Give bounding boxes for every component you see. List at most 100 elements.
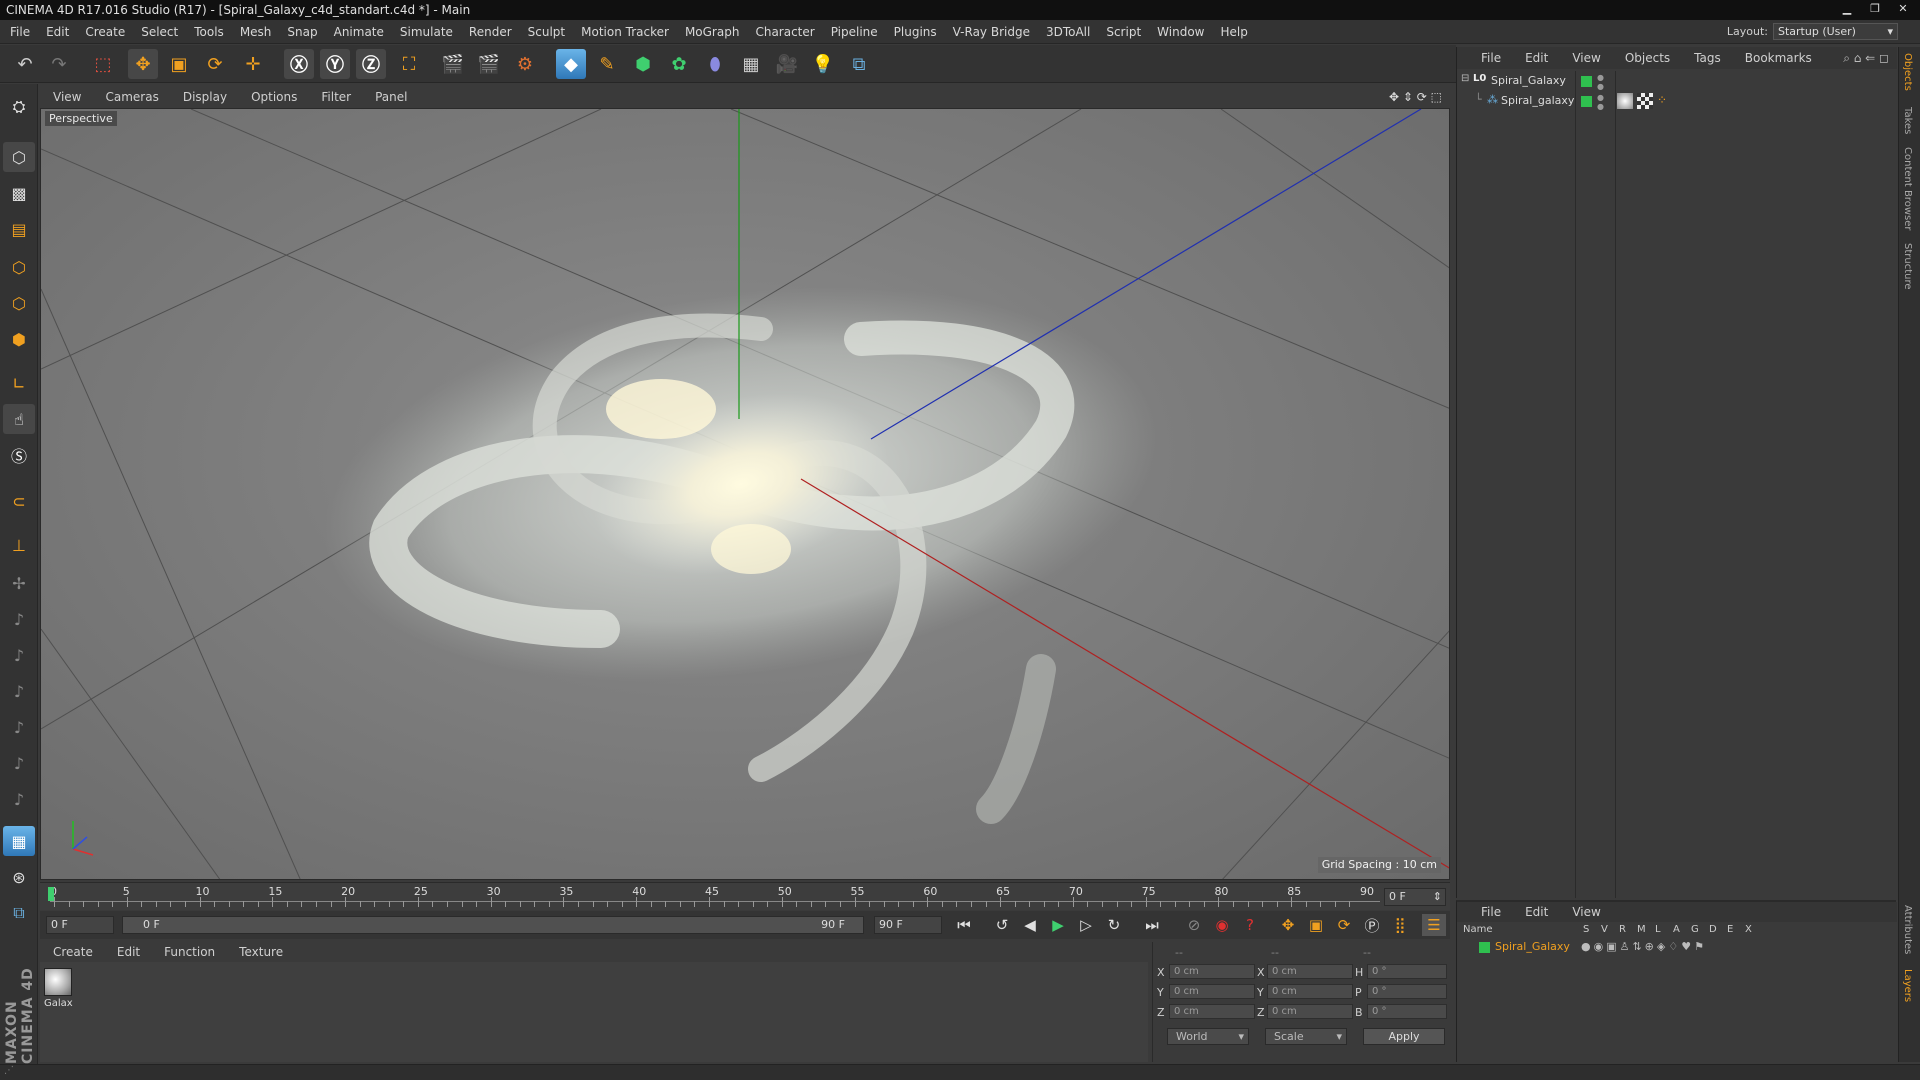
minimize-icon[interactable]: ▁	[1834, 0, 1860, 18]
layer-menu-file[interactable]: File	[1457, 902, 1512, 922]
object-name[interactable]: Spiral_Galaxy	[1491, 74, 1566, 87]
viewport-menu-display[interactable]: Display	[170, 87, 238, 107]
tab-layers[interactable]: Layers	[1902, 969, 1913, 1002]
snap-icon[interactable]: Ⓢ	[3, 440, 35, 470]
visibility-dots-icon[interactable]: ● ●	[1597, 93, 1604, 111]
render-picture-viewer-icon[interactable]: 🎬	[474, 49, 504, 79]
size-mode-select[interactable]: Scale ▾	[1265, 1028, 1347, 1045]
menu-character[interactable]: Character	[745, 20, 820, 44]
polygons-mode-icon[interactable]: ⬢	[3, 324, 35, 354]
floor-icon[interactable]: ▦	[736, 49, 766, 79]
sculpt-tool-1-icon[interactable]: ✢	[3, 568, 35, 598]
prev-frame-icon[interactable]: ◀	[1018, 914, 1042, 936]
coordinate-system-icon[interactable]: ⛶	[394, 49, 424, 79]
key-scale-icon[interactable]: ▣	[1304, 914, 1328, 936]
xpresso-tag-icon[interactable]: ⁘	[1657, 93, 1667, 107]
edges-mode-icon[interactable]: ⬡	[3, 288, 35, 318]
menu-create[interactable]: Create	[75, 20, 131, 44]
material-menu-function[interactable]: Function	[151, 942, 226, 962]
playhead[interactable]	[48, 887, 54, 901]
rotation-b-field[interactable]: 0 °	[1367, 1004, 1447, 1019]
magnet-icon[interactable]: ⊂	[3, 486, 35, 516]
objmgr-menu-view[interactable]: View	[1559, 47, 1611, 69]
light-icon[interactable]: 💡	[808, 49, 838, 79]
viewport-3d[interactable]: Perspective Grid Spacing : 10 cm	[40, 108, 1450, 880]
tab-structure[interactable]: Structure	[1902, 243, 1913, 290]
prev-key-icon[interactable]: ↺	[990, 914, 1014, 936]
texture-tag-icon[interactable]	[1637, 93, 1653, 109]
objmgr-menu-bookmarks[interactable]: Bookmarks	[1732, 47, 1823, 69]
viewport-nav-icons[interactable]: ✥ ⇕ ⟳ ⬚	[1389, 87, 1442, 107]
undo-icon[interactable]: ↶	[10, 49, 40, 79]
tab-takes[interactable]: Takes	[1902, 107, 1913, 134]
objmgr-menu-edit[interactable]: Edit	[1512, 47, 1559, 69]
points-mode-icon[interactable]: ⬡	[3, 252, 35, 282]
menu-pipeline[interactable]: Pipeline	[821, 20, 884, 44]
coordinate-mode-select[interactable]: World ▾	[1167, 1028, 1249, 1045]
menu-window[interactable]: Window	[1147, 20, 1210, 44]
render-settings-icon[interactable]: ⚙	[510, 49, 540, 79]
menu-render[interactable]: Render	[459, 20, 518, 44]
menu-file[interactable]: File	[0, 20, 36, 44]
menu-simulate[interactable]: Simulate	[390, 20, 459, 44]
sculpt-tool-6-icon[interactable]: ♪	[3, 748, 35, 778]
material-menu-edit[interactable]: Edit	[104, 942, 151, 962]
menu-plugins[interactable]: Plugins	[884, 20, 943, 44]
y-axis-lock-icon[interactable]: Ⓨ	[320, 49, 350, 79]
position-x-field[interactable]: 0 cm	[1169, 964, 1255, 979]
key-param-icon[interactable]: Ⓟ	[1360, 914, 1384, 936]
key-help-icon[interactable]: ?	[1238, 914, 1262, 936]
sculpt-tool-2-icon[interactable]: ♪	[3, 604, 35, 634]
viewport-menu-filter[interactable]: Filter	[308, 87, 362, 107]
goto-end-icon[interactable]: ⏭	[1140, 914, 1164, 936]
cloner-icon[interactable]: ✿	[664, 49, 694, 79]
camera-icon[interactable]: 🎥	[772, 49, 802, 79]
redo-icon[interactable]: ↷	[44, 49, 74, 79]
size-x-field[interactable]: 0 cm	[1267, 964, 1353, 979]
x-axis-lock-icon[interactable]: Ⓧ	[284, 49, 314, 79]
menu-edit[interactable]: Edit	[36, 20, 75, 44]
menu-help[interactable]: Help	[1210, 20, 1253, 44]
menu-mograph[interactable]: MoGraph	[675, 20, 746, 44]
key-position-icon[interactable]: ✥	[1276, 914, 1300, 936]
next-frame-icon[interactable]: ▷	[1074, 914, 1098, 936]
layer-row[interactable]: Spiral_Galaxy ●◉▣♙⇅⊕◈♢♥⚑	[1457, 940, 1897, 956]
object-row[interactable]: └ ⁂ Spiral_galaxy ● ● ⁘	[1457, 93, 1897, 111]
transform-icon[interactable]: ✛	[238, 49, 268, 79]
timeline-window-icon[interactable]: ☰	[1422, 914, 1446, 936]
menu-snap[interactable]: Snap	[277, 20, 323, 44]
deformer-icon[interactable]: ⬮	[700, 49, 730, 79]
grid-lock-icon[interactable]: ▦	[3, 826, 35, 856]
goto-start-icon[interactable]: ⏮	[952, 914, 976, 936]
close-icon[interactable]: ✕	[1890, 0, 1916, 18]
menu-vray-bridge[interactable]: V-Ray Bridge	[943, 20, 1036, 44]
next-key-icon[interactable]: ↻	[1102, 914, 1126, 936]
rotation-h-field[interactable]: 0 °	[1367, 964, 1447, 979]
menu-3dtoall[interactable]: 3DToAll	[1036, 20, 1096, 44]
sculpt-tool-4-icon[interactable]: ♪	[3, 676, 35, 706]
viewport-camera-label[interactable]: Perspective	[45, 111, 117, 126]
tab-content-browser[interactable]: Content Browser	[1902, 147, 1913, 230]
scale-icon[interactable]: ▣	[164, 49, 194, 79]
timeline-ruler[interactable]: 051015202530354045505560657075808590 0 F…	[40, 882, 1450, 910]
apply-button[interactable]: Apply	[1363, 1028, 1445, 1045]
record-keys-icon[interactable]: ⊘	[1182, 914, 1206, 936]
material-tag-icon[interactable]	[1617, 93, 1633, 109]
pen-spline-icon[interactable]: ✎	[592, 49, 622, 79]
start-frame-field[interactable]: 0 F	[46, 916, 114, 934]
menu-mesh[interactable]: Mesh	[230, 20, 278, 44]
live-selection-icon[interactable]: ⬚	[88, 49, 118, 79]
material-swatch[interactable]	[44, 968, 72, 996]
visibility-dots-icon[interactable]: ● ●	[1597, 73, 1604, 91]
object-row[interactable]: ⊟ L0 Spiral_Galaxy ● ●	[1457, 73, 1897, 91]
size-y-field[interactable]: 0 cm	[1267, 984, 1353, 999]
frame-range-slider[interactable]: 0 F 90 F	[122, 916, 864, 934]
python-icon[interactable]: ⧉	[844, 49, 874, 79]
material-menu-texture[interactable]: Texture	[226, 942, 294, 962]
key-pla-icon[interactable]: ⣿	[1388, 914, 1412, 936]
axis-mode-icon[interactable]: ∟	[3, 368, 35, 398]
menu-tools[interactable]: Tools	[184, 20, 230, 44]
viewport-menu-view[interactable]: View	[40, 87, 92, 107]
maximize-icon[interactable]: ❐	[1862, 0, 1888, 18]
sculpt-tool-5-icon[interactable]: ♪	[3, 712, 35, 742]
